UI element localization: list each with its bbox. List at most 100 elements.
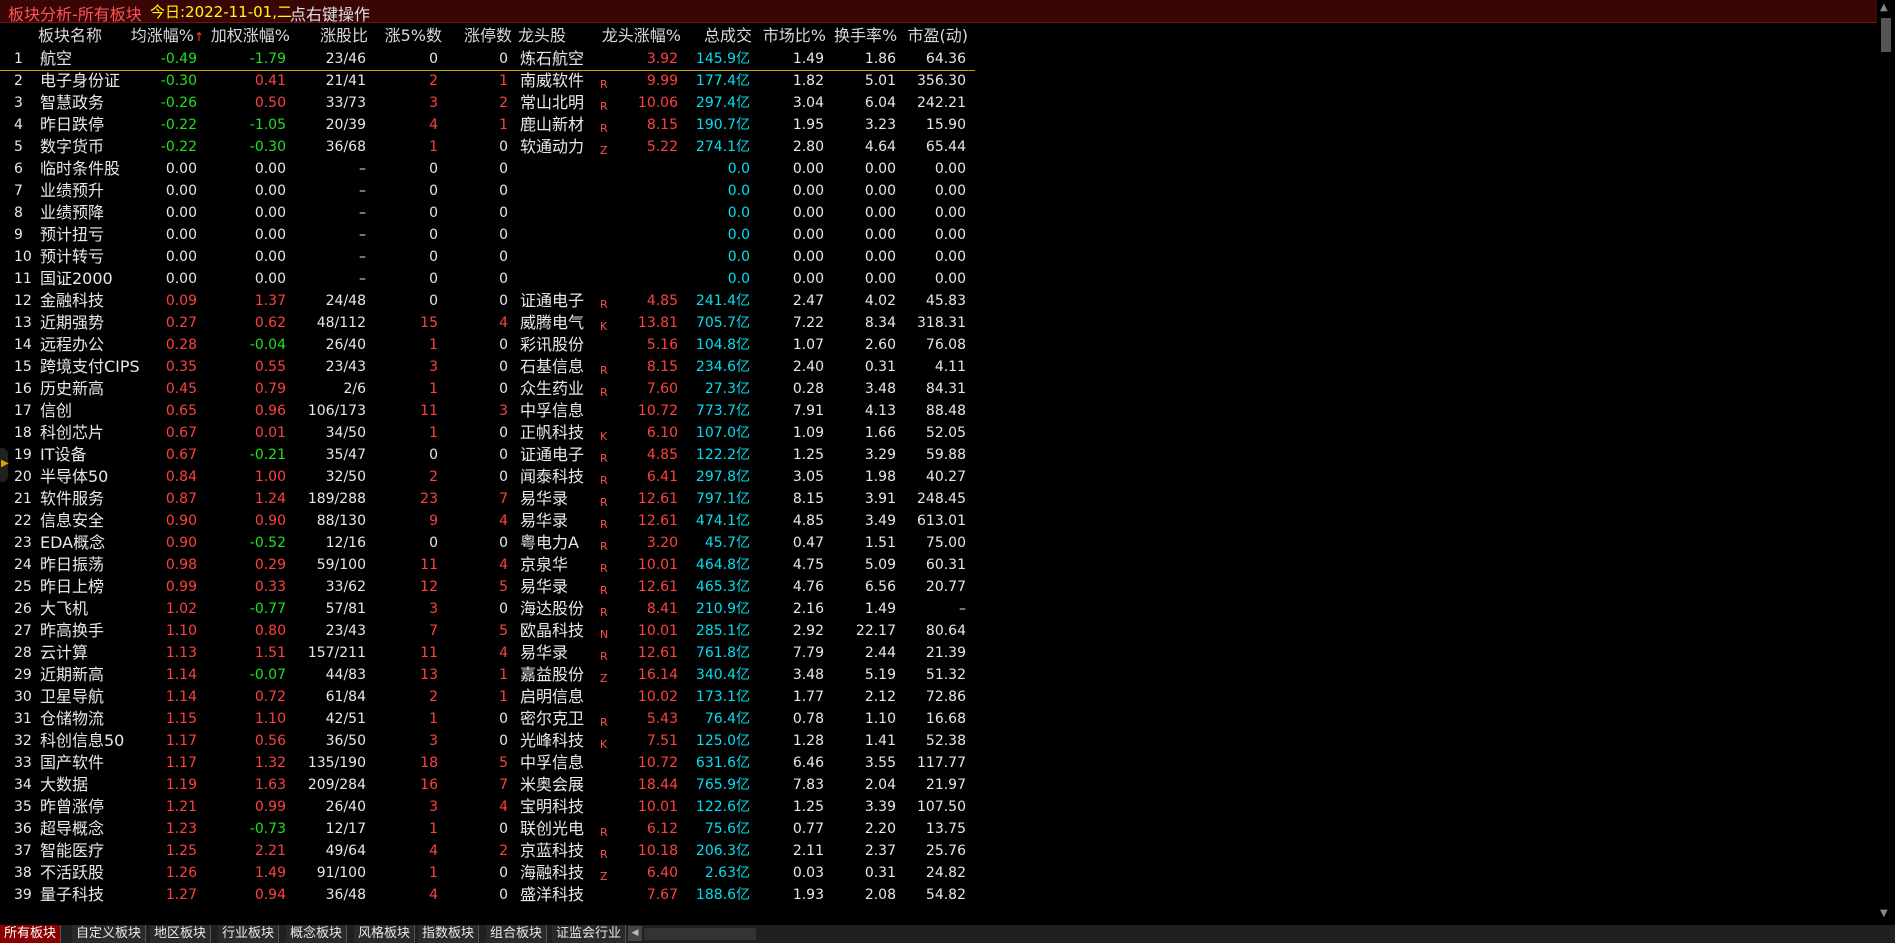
up5-count: 2	[429, 469, 438, 485]
table-row[interactable]: 31 仓储物流 1.15 1.10 42/51 1 0 密尔克卫 R 5.43 76.4亿 0.78 1…	[0, 708, 975, 730]
total-amount: 474.1亿	[695, 513, 750, 529]
rise-ratio: 26/40	[325, 337, 366, 353]
weighted-change: 0.00	[254, 227, 286, 243]
limit-up-count: 1	[499, 689, 508, 705]
tab-2[interactable]: 自定义板块	[72, 925, 147, 943]
table-row[interactable]: 35 昨曾涨停 1.21 0.99 26/40 3 4 宝明科技 10.01 122.6亿 1.25…	[0, 796, 975, 818]
table-row[interactable]: 14 远程办公 0.28 -0.04 26/40 1 0 彩讯股份 5.16 104.8亿 1.07…	[0, 334, 975, 356]
table-row[interactable]: 26 大飞机 1.02 -0.77 57/81 3 0 海达股份 R 8.41 210.9亿 2.16…	[0, 598, 975, 620]
up5-count: 3	[429, 799, 438, 815]
table-row[interactable]: 8 业绩预降 0.00 0.00 – 0 0 0.0 0.00 0.00 0.00	[0, 202, 975, 224]
table-row[interactable]: 22 信息安全 0.90 0.90 88/130 9 4 易华录 R 12.61 474.1亿 4.8…	[0, 510, 975, 532]
tab-4[interactable]: 行业板块	[218, 925, 280, 943]
table-row[interactable]: 1 航空 -0.49 -1.79 23/46 0 0 炼石航空 3.92 145.9亿 1.49 1.…	[0, 48, 975, 71]
horizontal-scrollbar[interactable]	[644, 928, 756, 940]
table-row[interactable]: 20 半导体50 0.84 1.00 32/50 2 0 闻泰科技 R 6.41 297.8亿 3.0…	[0, 466, 975, 488]
avg-change: 1.26	[165, 865, 197, 881]
table-row[interactable]: 27 昨高换手 1.10 0.80 23/43 7 5 欧晶科技 N 10.01 285.1亿 2.9…	[0, 620, 975, 642]
col-header-limit[interactable]: 涨停数	[455, 25, 512, 47]
col-header-name[interactable]: 板块名称	[38, 25, 102, 47]
table-row[interactable]: 4 昨日跌停 -0.22 -1.05 20/39 4 1 鹿山新材 R 8.15 190.7亿 1.9…	[0, 114, 975, 136]
avg-change: 1.13	[165, 645, 197, 661]
pe-ratio: 0.00	[934, 161, 966, 177]
up5-count: 0	[429, 447, 438, 463]
col-header-weighted[interactable]: 加权涨幅%	[210, 25, 290, 47]
col-header-amount[interactable]: 总成交	[690, 25, 752, 47]
table-row[interactable]: 37 智能医疗 1.25 2.21 49/64 4 2 京蓝科技 R 10.18 206.3亿 2.1…	[0, 840, 975, 862]
tab-6[interactable]: 风格板块	[354, 925, 416, 943]
col-header-up5[interactable]: 涨5%数	[380, 25, 442, 47]
avg-change: 1.17	[165, 755, 197, 771]
row-index: 13	[14, 315, 32, 331]
table-row[interactable]: 5 数字货币 -0.22 -0.30 36/68 1 0 软通动力 Z 5.22 274.1亿 2.8…	[0, 136, 975, 158]
turnover-rate: 3.49	[864, 513, 896, 529]
leader-change	[600, 224, 678, 246]
table-row[interactable]: 17 信创 0.65 0.96 106/173 11 3 中孚信息 10.72 773.7亿 7.9…	[0, 400, 975, 422]
table-row[interactable]: 12 金融科技 0.09 1.37 24/48 0 0 证通电子 R 4.85 241.4亿 2.47…	[0, 290, 975, 312]
tab-1[interactable]: 所有板块	[0, 925, 62, 943]
table-row[interactable]: 19 IT设备 0.67 -0.21 35/47 0 0 证通电子 R 4.85 122.2亿 1.2…	[0, 444, 975, 466]
row-index: 15	[14, 359, 32, 375]
col-header-avg[interactable]: 均涨幅%↑	[118, 25, 204, 47]
table-row[interactable]: 9 预计扭亏 0.00 0.00 – 0 0 0.0 0.00 0.00 0.00	[0, 224, 975, 246]
table-row[interactable]: 38 不活跃股 1.26 1.49 91/100 1 0 海融科技 Z 6.40 2.63亿 0.03…	[0, 862, 975, 884]
tab-8[interactable]: 组合板块	[486, 925, 548, 943]
tab-scroll-left-icon[interactable]: ◀	[628, 926, 642, 941]
tab-9[interactable]: 证监会行业	[552, 925, 627, 943]
turnover-rate: 0.00	[864, 183, 896, 199]
table-row[interactable]: 11 国证2000 0.00 0.00 – 0 0 0.0 0.00 0.00 0.00	[0, 268, 975, 290]
table-row[interactable]: 13 近期强势 0.27 0.62 48/112 15 4 威腾电气 K 13.81 705.7亿 7…	[0, 312, 975, 334]
col-header-pe[interactable]: 市盈(动)	[900, 25, 969, 47]
total-amount: 122.6亿	[695, 799, 750, 815]
table-row[interactable]: 15 跨境支付CIPS 0.35 0.55 23/43 3 0 石基信息 R 8.15 234.6亿…	[0, 356, 975, 378]
table-row[interactable]: 30 卫星导航 1.14 0.72 61/84 2 1 启明信息 10.02 173.1亿 1.77…	[0, 686, 975, 708]
table-row[interactable]: 16 历史新高 0.45 0.79 2/6 1 0 众生药业 R 7.60 27.3亿 0.28 3.4…	[0, 378, 975, 400]
leader-change: 4.85	[646, 447, 678, 463]
table-row[interactable]: 7 业绩预升 0.00 0.00 – 0 0 0.0 0.00 0.00 0.00	[0, 180, 975, 202]
limit-up-count: 4	[499, 557, 508, 573]
avg-change: 0.27	[165, 315, 197, 331]
market-share: 2.92	[792, 623, 824, 639]
table-row[interactable]: 24 昨日振荡 0.98 0.29 59/100 11 4 京泉华 R 10.01 464.8亿 4.…	[0, 554, 975, 576]
turnover-rate: 2.37	[864, 843, 896, 859]
avg-change: 0.00	[165, 227, 197, 243]
col-header-market[interactable]: 市场比%	[760, 25, 826, 47]
leader-stock: 京泉华	[520, 555, 569, 574]
table-row[interactable]: 25 昨日上榜 0.99 0.33 33/62 12 5 易华录 R 12.61 465.3亿 4.7…	[0, 576, 975, 598]
table-row[interactable]: 2 电子身份证 -0.30 0.41 21/41 2 1 南威软件 R 9.99 177.4亿 1.8…	[0, 70, 975, 92]
table-row[interactable]: 32 科创信息50 1.17 0.56 36/50 3 0 光峰科技 K 7.51 125.0亿 1.…	[0, 730, 975, 752]
col-header-leader[interactable]: 龙头股	[518, 25, 566, 47]
table-row[interactable]: 3 智慧政务 -0.26 0.50 33/73 3 2 常山北明 R 10.06 297.4亿 3.0…	[0, 92, 975, 114]
side-panel-toggle[interactable]: ▶	[0, 448, 9, 482]
total-amount: 107.0亿	[695, 425, 750, 441]
table-row[interactable]: 21 软件服务 0.87 1.24 189/288 23 7 易华录 R 12.61 797.1亿 8…	[0, 488, 975, 510]
tab-7[interactable]: 指数板块	[418, 925, 480, 943]
table-row[interactable]: 29 近期新高 1.14 -0.07 44/83 13 1 嘉益股份 Z 16.14 340.4亿 3…	[0, 664, 975, 686]
vertical-scrollbar[interactable]: ▲ ▼	[1877, 0, 1895, 925]
table-row[interactable]: 6 临时条件股 0.00 0.00 – 0 0 0.0 0.00 0.00 0.00	[0, 158, 975, 180]
weighted-change: 0.00	[254, 205, 286, 221]
leader-stock: 炼石航空	[520, 49, 585, 68]
col-header-ratio[interactable]: 涨股比	[300, 25, 368, 47]
rise-ratio: 33/62	[325, 579, 366, 595]
table-row[interactable]: 34 大数据 1.19 1.63 209/284 16 7 米奥会展 18.44 765.9亿 7.…	[0, 774, 975, 796]
market-share: 0.00	[792, 271, 824, 287]
rise-ratio: 21/41	[325, 73, 366, 89]
rise-ratio: –	[359, 183, 366, 199]
scroll-thumb[interactable]	[1881, 18, 1891, 52]
scroll-up-icon[interactable]: ▲	[1880, 2, 1888, 13]
pe-ratio: 356.30	[917, 73, 966, 89]
col-header-turnover[interactable]: 换手率%	[834, 25, 897, 47]
up5-count: 0	[429, 535, 438, 551]
scroll-down-icon[interactable]: ▼	[1880, 908, 1888, 919]
col-header-leader-chg[interactable]: 龙头涨幅%	[595, 25, 681, 47]
tab-3[interactable]: 地区板块	[150, 925, 212, 943]
table-row[interactable]: 10 预计转亏 0.00 0.00 – 0 0 0.0 0.00 0.00 0.00	[0, 246, 975, 268]
table-row[interactable]: 23 EDA概念 0.90 -0.52 12/16 0 0 粤电力A R 3.20 45.7亿 0.4…	[0, 532, 975, 554]
table-row[interactable]: 18 科创芯片 0.67 0.01 34/50 1 0 正帆科技 K 6.10 107.0亿 1.09…	[0, 422, 975, 444]
table-row[interactable]: 28 云计算 1.13 1.51 157/211 11 4 易华录 R 12.61 761.8亿 7.…	[0, 642, 975, 664]
tab-5[interactable]: 概念板块	[286, 925, 348, 943]
table-row[interactable]: 36 超导概念 1.23 -0.73 12/17 1 0 联创光电 R 6.12 75.6亿 0.77…	[0, 818, 975, 840]
table-row[interactable]: 33 国产软件 1.17 1.32 135/190 18 5 中孚信息 10.72 631.6亿 6…	[0, 752, 975, 774]
table-row[interactable]: 39 量子科技 1.27 0.94 36/48 4 0 盛洋科技 7.67 188.6亿 1.93 2…	[0, 884, 975, 906]
